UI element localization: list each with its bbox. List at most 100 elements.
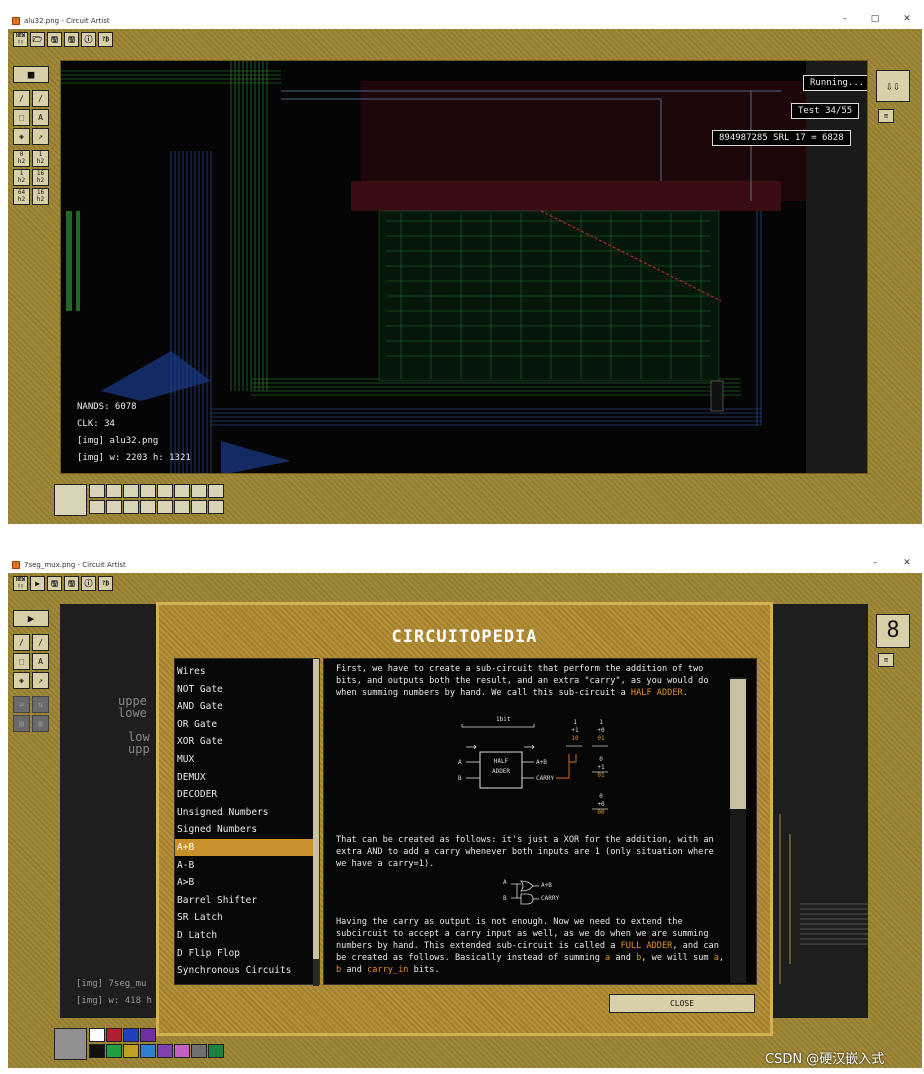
component-library-icon[interactable]: ⇩⇩ [876, 70, 910, 102]
new-file-button[interactable]: NEW ▯▯ [13, 32, 28, 47]
topic-item[interactable]: SR Latch [175, 909, 315, 926]
topic-item[interactable]: XOR Gate [175, 733, 315, 750]
palette-color[interactable] [106, 500, 122, 514]
palette-color[interactable] [157, 484, 173, 498]
open-file-button[interactable]: 🗁 [30, 32, 45, 47]
bit-1b-button[interactable]: 1 h2 [13, 169, 30, 186]
palette-color[interactable] [208, 500, 224, 514]
play-button[interactable]: ▶ [30, 576, 45, 591]
topic-item[interactable]: DEMUX [175, 769, 315, 786]
article-scrollbar-thumb[interactable] [730, 679, 746, 809]
close-button[interactable]: ✕ [900, 558, 914, 568]
topic-item[interactable]: A-B [175, 857, 315, 874]
new-file-button[interactable]: NEW ▯▯ [13, 576, 28, 591]
close-button[interactable]: ✕ [900, 14, 914, 24]
bit-16b-button[interactable]: 16 h2 [32, 188, 49, 205]
palette-color[interactable] [191, 1044, 207, 1058]
palette-color[interactable] [208, 484, 224, 498]
select-tool-icon[interactable]: ⬚ [13, 653, 30, 670]
topic-item[interactable]: OR Gate [175, 716, 315, 733]
topic-item[interactable]: D Flip Flop [175, 945, 315, 962]
palette-color[interactable] [140, 1044, 156, 1058]
palette-color[interactable] [174, 500, 190, 514]
palette-color[interactable] [123, 484, 139, 498]
palette-color[interactable] [157, 1044, 173, 1058]
current-color-swatch[interactable] [54, 1028, 87, 1060]
palette-color[interactable] [123, 1028, 139, 1042]
palette-color[interactable] [208, 1044, 224, 1058]
topic-item[interactable]: A+B [175, 839, 315, 856]
paste-tool-icon[interactable]: ▥ [32, 715, 49, 732]
bit-0-button[interactable]: 0 h2 [13, 150, 30, 167]
info-button[interactable]: ⓘ [81, 32, 96, 47]
palette-color[interactable] [140, 1028, 156, 1042]
topic-item[interactable]: MUX [175, 751, 315, 768]
rotate-tool-icon[interactable]: ⇄ [13, 696, 30, 713]
save-as-button[interactable]: 🖫 [64, 32, 79, 47]
palette-color[interactable] [89, 484, 105, 498]
topic-item[interactable]: D Latch [175, 927, 315, 944]
palette-color[interactable] [106, 484, 122, 498]
text-tool-icon[interactable]: A [32, 109, 49, 126]
run-simulation-button[interactable]: ▶ [13, 610, 49, 627]
brush-tool-icon[interactable]: ∕ [13, 634, 30, 651]
palette-color[interactable] [106, 1028, 122, 1042]
bit-16-button[interactable]: 16 h2 [32, 169, 49, 186]
palette-color[interactable] [123, 1044, 139, 1058]
save-button[interactable]: 🖫 [47, 576, 62, 591]
save-as-button[interactable]: 🖫 [64, 576, 79, 591]
info-button[interactable]: ⓘ [81, 576, 96, 591]
palette-color[interactable] [89, 500, 105, 514]
current-color-swatch[interactable] [54, 484, 87, 516]
copy-tool-icon[interactable]: ▤ [13, 715, 30, 732]
text-tool-icon[interactable]: A [32, 653, 49, 670]
stop-simulation-button[interactable]: ■ [13, 66, 49, 83]
topic-item[interactable]: DECODER [175, 786, 315, 803]
help-button[interactable]: ?₿ [98, 32, 113, 47]
select-tool-icon[interactable]: ⬚ [13, 109, 30, 126]
topic-item[interactable]: Synchronous Circuits [175, 962, 315, 979]
help-button[interactable]: ?₿ [98, 576, 113, 591]
picker-tool-icon[interactable]: ↗ [32, 128, 49, 145]
topics-scrollbar[interactable] [313, 659, 319, 986]
minimize-button[interactable]: – [838, 14, 852, 24]
topic-item[interactable]: Wires [175, 663, 315, 680]
line-tool-icon[interactable]: ∕ [32, 634, 49, 651]
bit-1-button[interactable]: 1 h2 [32, 150, 49, 167]
article-pane[interactable]: First, we have to create a sub-circuit t… [323, 658, 757, 985]
palette-color[interactable] [140, 500, 156, 514]
topic-item[interactable]: NOT Gate [175, 681, 315, 698]
palette-color[interactable] [123, 500, 139, 514]
topics-scrollbar-thumb[interactable] [313, 659, 319, 959]
palette-color[interactable] [174, 1044, 190, 1058]
palette-color[interactable] [191, 500, 207, 514]
palette-color[interactable] [191, 484, 207, 498]
minimize-button[interactable]: – [868, 558, 882, 568]
topic-item[interactable]: Unsigned Numbers [175, 804, 315, 821]
fill-tool-icon[interactable]: ◈ [13, 128, 30, 145]
settings-icon[interactable]: ≡ [878, 653, 894, 667]
palette-color[interactable] [106, 1044, 122, 1058]
circuit-canvas[interactable]: Running... Test 34/55 894987285 SRL 17 =… [60, 60, 868, 474]
palette-color[interactable] [174, 484, 190, 498]
brush-tool-icon[interactable]: ∕ [13, 90, 30, 107]
topic-item[interactable]: A>B [175, 874, 315, 891]
topic-item[interactable]: Barrel Shifter [175, 892, 315, 909]
line-tool-icon[interactable]: ∕ [32, 90, 49, 107]
save-button[interactable]: 🖫 [47, 32, 62, 47]
fill-tool-icon[interactable]: ◈ [13, 672, 30, 689]
maximize-button[interactable]: □ [868, 14, 882, 24]
topic-item[interactable]: AND Gate [175, 698, 315, 715]
topics-list[interactable]: Wires NOT Gate AND Gate OR Gate XOR Gate MUX D… [174, 658, 320, 986]
picker-tool-icon[interactable]: ↗ [32, 672, 49, 689]
topic-item[interactable]: Signed Numbers [175, 821, 315, 838]
palette-color[interactable] [157, 500, 173, 514]
settings-icon[interactable]: ≡ [878, 109, 894, 123]
close-button[interactable]: CLOSE [609, 994, 755, 1013]
article-scrollbar[interactable] [730, 677, 746, 983]
flip-tool-icon[interactable]: ⇅ [32, 696, 49, 713]
palette-color[interactable] [89, 1028, 105, 1042]
palette-color[interactable] [140, 484, 156, 498]
bit-64-button[interactable]: 64 h2 [13, 188, 30, 205]
palette-color[interactable] [89, 1044, 105, 1058]
